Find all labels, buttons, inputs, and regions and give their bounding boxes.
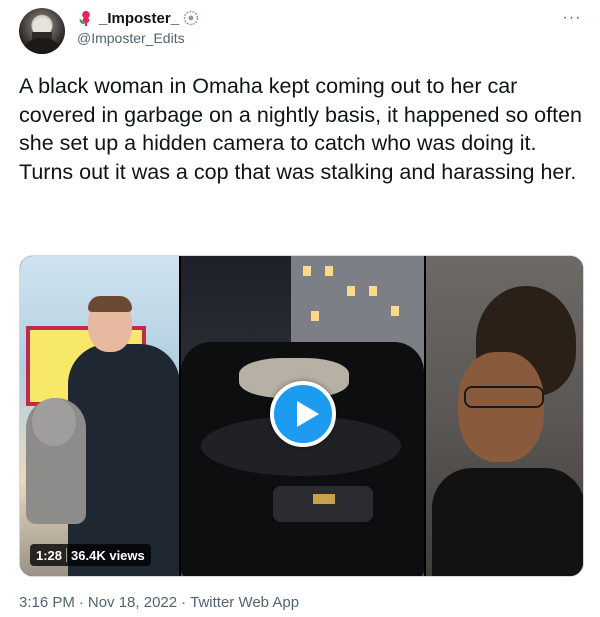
building-window — [311, 311, 319, 321]
metadata-separator: · — [181, 594, 187, 611]
author-handle[interactable]: @Imposter_Edits — [77, 30, 185, 46]
play-triangle — [297, 401, 319, 427]
car-emblem — [313, 494, 335, 504]
avatar[interactable] — [19, 8, 65, 54]
tweet-time[interactable]: 3:16 PM — [19, 594, 75, 611]
tweet-text-paragraph-1: A black woman in Omaha kept coming out t… — [19, 74, 582, 155]
video-thumbnail-panel-woman — [426, 256, 583, 576]
more-horizontal-icon[interactable]: ··· — [560, 10, 584, 26]
video-thumbnail-panel-officer — [20, 256, 179, 576]
play-icon[interactable] — [270, 381, 336, 447]
badge-divider — [66, 548, 68, 562]
building-window — [303, 266, 311, 276]
building-window — [369, 286, 377, 296]
officer-hair — [88, 296, 132, 312]
rose-icon — [77, 9, 95, 27]
woman-shirt — [432, 468, 583, 576]
tweet-source[interactable]: Twitter Web App — [190, 594, 299, 611]
video-views: 36.4K views — [71, 547, 145, 563]
tweet-date[interactable]: Nov 18, 2022 — [88, 594, 177, 611]
tweet-metadata: 3:16 PM · Nov 18, 2022 · Twitter Web App — [19, 594, 299, 611]
dog-head — [32, 398, 76, 446]
tweet-text: A black woman in Omaha kept coming out t… — [19, 72, 584, 186]
car-grille — [273, 486, 373, 522]
verified-style-badge-icon — [183, 10, 199, 26]
woman-glasses — [464, 386, 544, 408]
building-window — [391, 306, 399, 316]
building-window — [347, 286, 355, 296]
video-duration: 1:28 — [36, 547, 63, 563]
tweet-text-paragraph-2: Turns out it was a cop that was stalking… — [19, 159, 577, 184]
tweet-card: _Imposter_ @Imposter_Edits ··· A black w… — [0, 0, 600, 617]
metadata-separator: · — [78, 594, 84, 611]
video-player[interactable]: 1:28 36.4K views — [19, 255, 584, 577]
building-window — [325, 266, 333, 276]
author-name-row[interactable]: _Imposter_ — [77, 8, 199, 28]
video-stats-badge: 1:28 36.4K views — [30, 544, 151, 566]
avatar-hood — [25, 38, 59, 54]
display-name[interactable]: _Imposter_ — [99, 10, 179, 27]
